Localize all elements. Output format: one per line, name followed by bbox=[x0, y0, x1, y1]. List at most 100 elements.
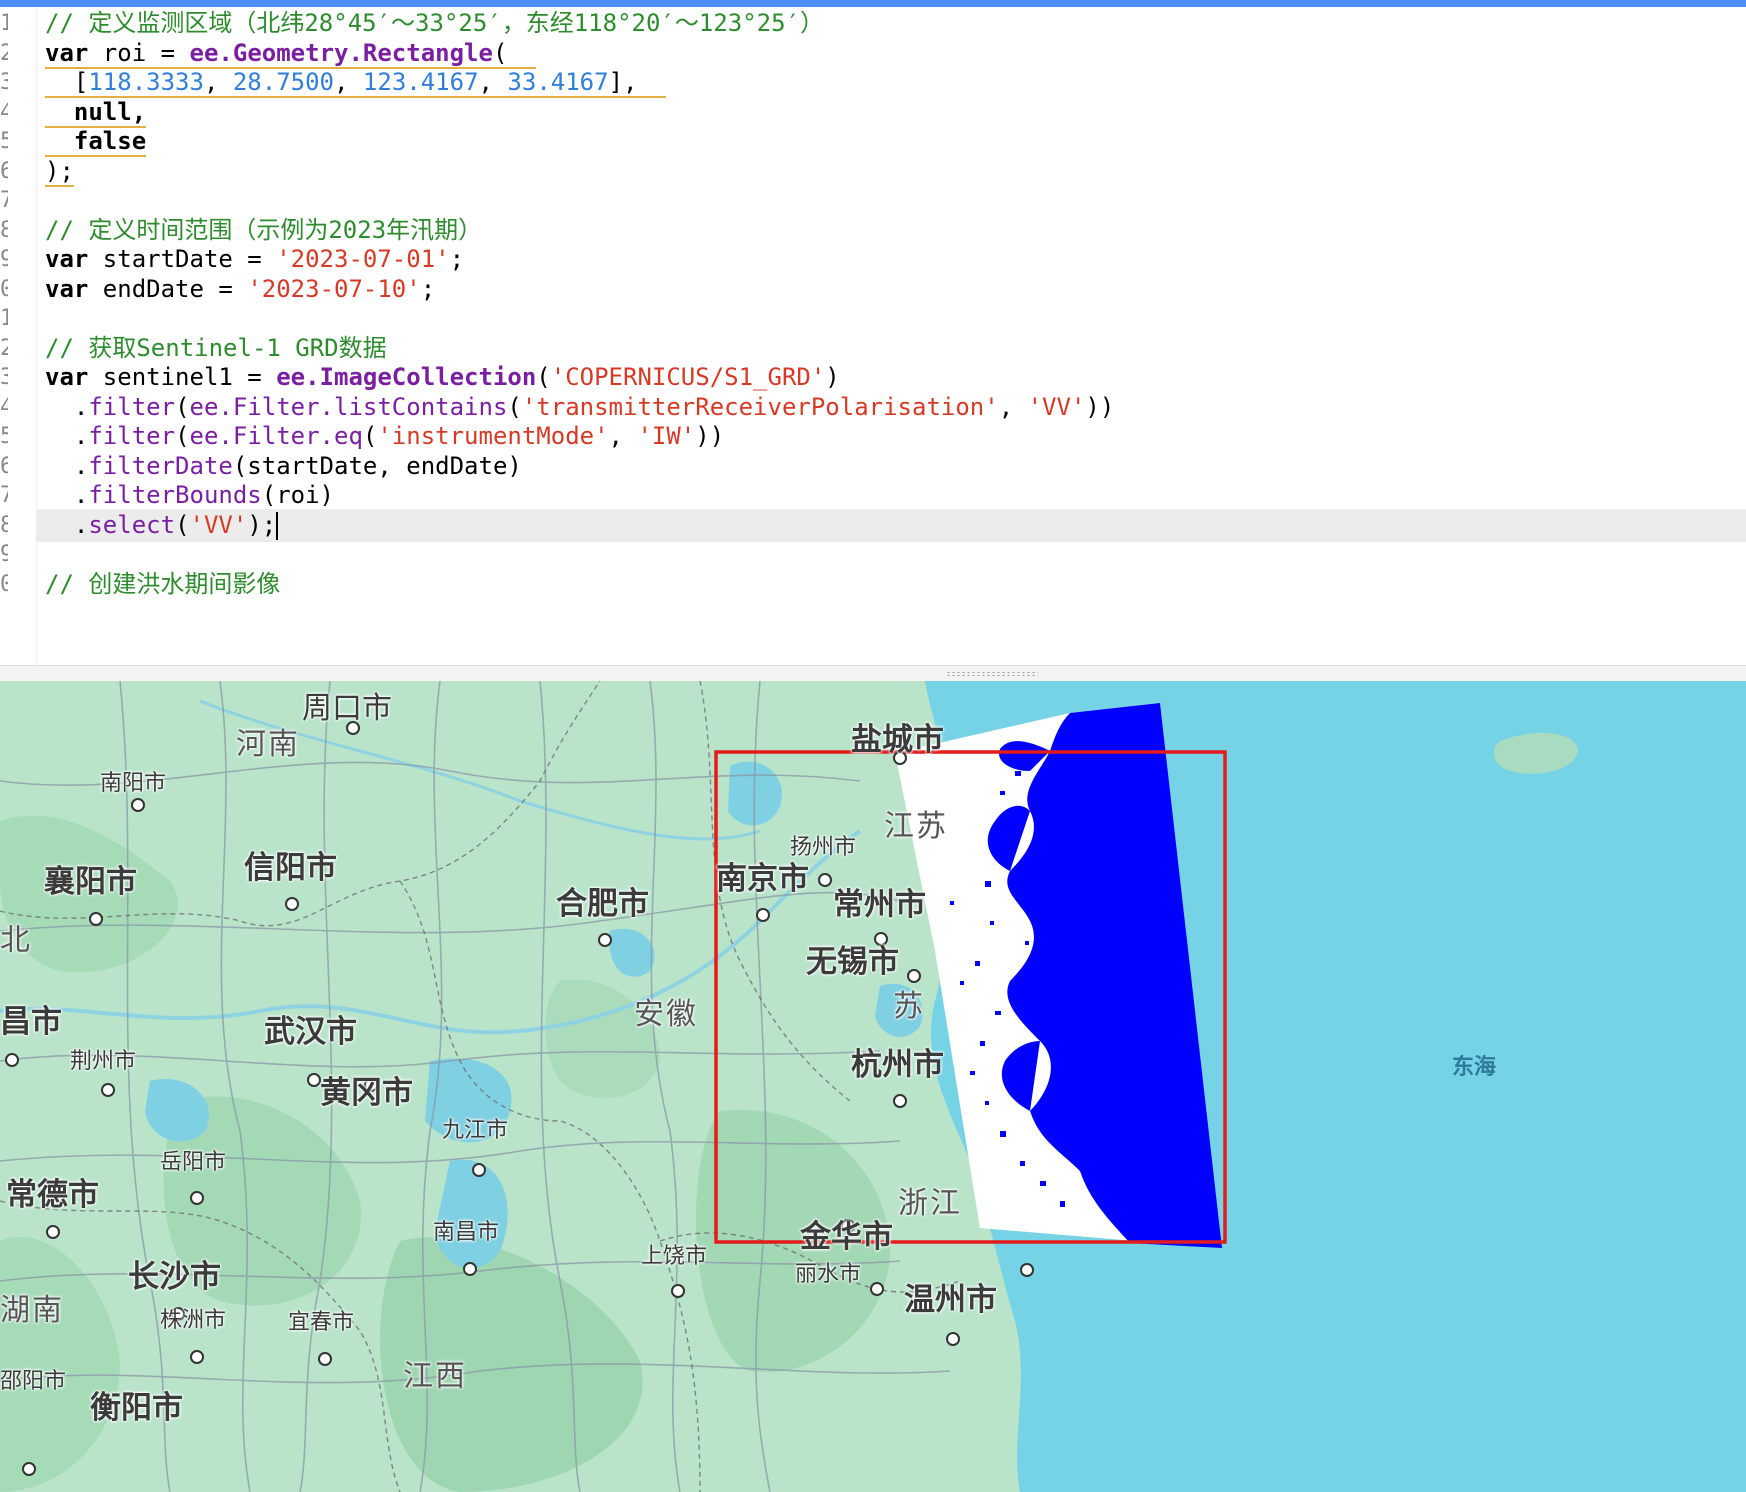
city-marker[interactable] bbox=[946, 1332, 960, 1346]
city-label[interactable]: 无锡市 bbox=[806, 936, 899, 981]
city-marker[interactable] bbox=[89, 912, 103, 926]
city-marker[interactable] bbox=[46, 1225, 60, 1239]
code-line[interactable]: [118.3333, 28.7500, 123.4167, 33.4167], bbox=[45, 66, 667, 99]
city-label[interactable]: 温州市 bbox=[904, 1274, 997, 1319]
method-name: filterDate bbox=[88, 452, 233, 480]
city-label[interactable]: 襄阳市 bbox=[44, 856, 137, 901]
active-line-highlight bbox=[36, 509, 1746, 542]
keyword: null, bbox=[45, 98, 147, 128]
code-comment: // 获取Sentinel-1 GRD数据 bbox=[45, 334, 387, 362]
city-marker[interactable] bbox=[598, 933, 612, 947]
string-literal: 'VV' bbox=[189, 511, 248, 539]
city-label[interactable]: 黄冈市 bbox=[320, 1067, 413, 1112]
code-line[interactable]: ); bbox=[45, 155, 74, 188]
city-marker[interactable] bbox=[1020, 1263, 1034, 1277]
code-comment: // 定义时间范围（示例为2023年汛期） bbox=[45, 216, 483, 244]
line-number: 5 bbox=[0, 129, 8, 154]
line-number: 3 bbox=[0, 365, 8, 390]
city-label[interactable]: 南昌市 bbox=[433, 1214, 499, 1246]
city-label[interactable]: 信阳市 bbox=[244, 842, 337, 887]
line-number: 5 bbox=[0, 424, 8, 449]
code-line[interactable]: // 创建洪水期间影像 bbox=[45, 568, 280, 601]
code-line[interactable]: .filter(ee.Filter.eq('instrumentMode', '… bbox=[45, 420, 724, 453]
code-text: (startDate, endDate) bbox=[232, 452, 522, 480]
city-label[interactable]: 昌市 bbox=[0, 996, 62, 1041]
code-text: ( bbox=[492, 39, 508, 67]
line-number: 3 bbox=[0, 70, 8, 95]
code-line[interactable]: var endDate = '2023-07-10'; bbox=[45, 273, 435, 306]
city-label[interactable]: 衡阳市 bbox=[90, 1382, 183, 1427]
city-marker[interactable] bbox=[818, 873, 832, 887]
city-label[interactable]: 株洲市 bbox=[160, 1302, 226, 1334]
province-label: 安徽 bbox=[634, 997, 698, 1032]
keyword: var bbox=[45, 39, 89, 67]
map-view[interactable]: 周口市 河南 南阳市 襄阳市 信阳市 合肥市 盐城市 江苏 扬州市 南京市 常州… bbox=[0, 681, 1746, 1492]
city-label[interactable]: 邵阳市 bbox=[0, 1363, 66, 1395]
city-label[interactable]: 金华市 bbox=[800, 1211, 893, 1256]
city-label[interactable]: 上饶市 bbox=[641, 1238, 707, 1270]
city-label[interactable]: 丽水市 bbox=[795, 1256, 861, 1288]
city-label[interactable]: 长沙市 bbox=[128, 1251, 221, 1296]
method-name: filter bbox=[88, 393, 176, 421]
province-label: 北 bbox=[0, 923, 32, 958]
city-label[interactable]: 武汉市 bbox=[264, 1006, 357, 1051]
string-literal: 'COPERNICUS/S1_GRD' bbox=[550, 363, 826, 391]
city-label[interactable]: 周口市 bbox=[302, 683, 392, 727]
drag-handle-icon[interactable] bbox=[946, 671, 1038, 677]
city-label[interactable]: 杭州市 bbox=[851, 1039, 944, 1084]
roi-rectangle bbox=[714, 750, 1227, 1244]
code-text: . bbox=[45, 422, 89, 450]
code-line[interactable]: // 定义监测区域（北纬28°45′～33°25′，东经118°20′～123°… bbox=[45, 7, 824, 40]
province-label: 浙江 bbox=[898, 1186, 962, 1221]
code-text: . bbox=[45, 481, 89, 509]
city-label[interactable]: 南京市 bbox=[716, 853, 809, 898]
code-line-active[interactable]: .select('VV'); bbox=[45, 509, 279, 542]
code-line[interactable]: var startDate = '2023-07-01'; bbox=[45, 243, 464, 276]
code-text: (roi) bbox=[261, 481, 334, 509]
city-marker[interactable] bbox=[472, 1163, 486, 1177]
city-marker[interactable] bbox=[756, 908, 770, 922]
line-number: 1 bbox=[0, 11, 8, 36]
city-marker[interactable] bbox=[5, 1053, 19, 1067]
city-label[interactable]: 宜春市 bbox=[288, 1304, 354, 1336]
code-text: . bbox=[45, 452, 89, 480]
city-label[interactable]: 荆州市 bbox=[70, 1043, 136, 1075]
province-label: 江苏 bbox=[884, 809, 948, 844]
code-editor[interactable]: 1 2 3 4 5 6 7 8 9 0 1 2 3 4 5 6 7 8 9 0 … bbox=[0, 7, 1746, 665]
function-name: ee.Geometry.Rectangle bbox=[189, 39, 493, 67]
number-literal: 118.3333 bbox=[88, 68, 204, 96]
method-name: ee.Filter.listContains bbox=[189, 393, 508, 421]
number-literal: 123.4167 bbox=[362, 68, 479, 96]
city-label[interactable]: 常州市 bbox=[833, 879, 926, 924]
city-marker[interactable] bbox=[463, 1262, 477, 1276]
city-marker[interactable] bbox=[285, 897, 299, 911]
city-label[interactable]: 岳阳市 bbox=[160, 1144, 226, 1176]
city-marker[interactable] bbox=[101, 1083, 115, 1097]
city-label[interactable]: 合肥市 bbox=[556, 878, 649, 923]
line-number: 0 bbox=[0, 572, 8, 597]
number-literal: 28.7500 bbox=[232, 68, 335, 96]
city-label[interactable]: 九江市 bbox=[442, 1112, 508, 1144]
province-label: 江西 bbox=[403, 1359, 467, 1394]
code-line[interactable]: var sentinel1 = ee.ImageCollection('COPE… bbox=[45, 361, 840, 394]
sea-label: 东海 bbox=[1452, 1055, 1497, 1080]
city-label[interactable]: 盐城市 bbox=[851, 714, 944, 759]
city-marker[interactable] bbox=[190, 1191, 204, 1205]
code-text: , bbox=[998, 393, 1028, 421]
city-marker[interactable] bbox=[131, 798, 145, 812]
city-marker[interactable] bbox=[22, 1462, 36, 1476]
method-name: ee.Filter.eq bbox=[189, 422, 363, 450]
city-label[interactable]: 南阳市 bbox=[100, 765, 166, 797]
city-marker[interactable] bbox=[870, 1282, 884, 1296]
roi-layer bbox=[714, 750, 1227, 1244]
city-marker[interactable] bbox=[893, 1094, 907, 1108]
top-accent-bar bbox=[0, 0, 1746, 7]
city-marker[interactable] bbox=[307, 1073, 321, 1087]
city-marker[interactable] bbox=[671, 1284, 685, 1298]
city-marker[interactable] bbox=[318, 1352, 332, 1366]
city-marker[interactable] bbox=[190, 1350, 204, 1364]
code-line[interactable]: .filterBounds(roi) bbox=[45, 479, 334, 512]
keyword: var bbox=[45, 363, 89, 391]
city-label[interactable]: 常德市 bbox=[6, 1169, 99, 1214]
code-line[interactable]: false bbox=[45, 125, 147, 158]
